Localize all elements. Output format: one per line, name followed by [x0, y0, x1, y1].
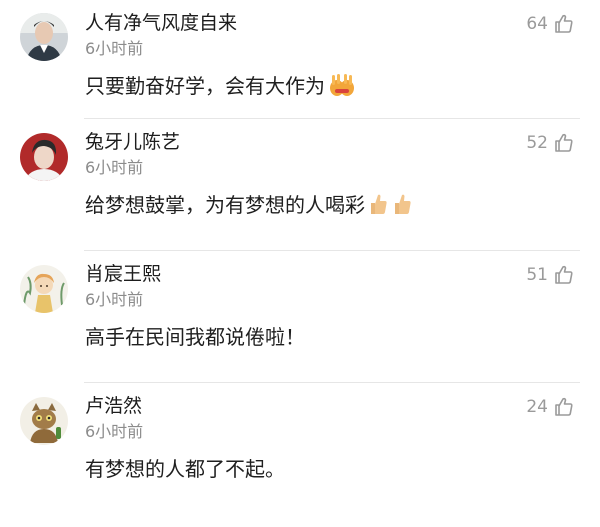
avatar[interactable] [20, 265, 68, 313]
like-button[interactable]: 52 [526, 131, 574, 155]
comment-timestamp: 6小时前 [85, 39, 144, 58]
comment-username[interactable]: 人有净气风度自来 [85, 10, 237, 36]
thumbs-up-outline-icon [555, 265, 573, 284]
like-count: 24 [526, 397, 548, 417]
victory-hands-emoji-icon [327, 73, 357, 104]
thumbs-up-outline-icon [555, 133, 573, 152]
avatar-cartoon-girl-icon [20, 265, 68, 313]
like-count: 52 [526, 133, 548, 153]
thumbs-up-emoji-icon [391, 192, 413, 223]
comment-timestamp: 6小时前 [85, 158, 144, 177]
comment-list: 人有净气风度自来 6小时前 只要勤奋好学，会有大作为 64 兔牙儿陈艺 6小时前… [0, 0, 600, 515]
like-button[interactable]: 64 [526, 12, 574, 36]
like-button[interactable]: 51 [526, 263, 574, 287]
comment-item: 卢浩然 6小时前 有梦想的人都了不起。 24 [0, 383, 600, 515]
comment-text: 高手在民间我都说倦啦！ [85, 325, 305, 349]
comment-item: 肖宸王熙 6小时前 高手在民间我都说倦啦！ 51 [0, 251, 600, 383]
avatar[interactable] [20, 133, 68, 181]
comment-text: 有梦想的人都了不起。 [85, 457, 285, 481]
avatar-user-photo-icon [20, 13, 68, 61]
comment-text: 给梦想鼓掌，为有梦想的人喝彩 [85, 191, 413, 223]
thumbs-up-outline-icon [555, 397, 573, 416]
avatar-cartoon-cat-icon [20, 397, 68, 445]
avatar[interactable] [20, 397, 68, 445]
like-button[interactable]: 24 [526, 395, 574, 419]
thumbs-up-outline-icon [555, 14, 573, 33]
thumbs-up-emoji-icon [367, 192, 389, 223]
avatar[interactable] [20, 13, 68, 61]
comment-timestamp: 6小时前 [85, 290, 144, 309]
comment-item: 兔牙儿陈艺 6小时前 给梦想鼓掌，为有梦想的人喝彩 52 [0, 119, 600, 251]
like-count: 64 [526, 14, 548, 34]
comment-username[interactable]: 卢浩然 [85, 393, 142, 419]
comment-username[interactable]: 肖宸王熙 [85, 261, 161, 287]
like-count: 51 [526, 265, 548, 285]
avatar-user-photo-icon [20, 133, 68, 181]
comment-text-content: 只要勤奋好学，会有大作为 [85, 74, 325, 98]
comment-item: 人有净气风度自来 6小时前 只要勤奋好学，会有大作为 64 [0, 0, 600, 119]
comment-timestamp: 6小时前 [85, 422, 144, 441]
comment-username[interactable]: 兔牙儿陈艺 [85, 129, 180, 155]
comment-text: 只要勤奋好学，会有大作为 [85, 72, 357, 104]
comment-text-content: 给梦想鼓掌，为有梦想的人喝彩 [85, 193, 365, 217]
